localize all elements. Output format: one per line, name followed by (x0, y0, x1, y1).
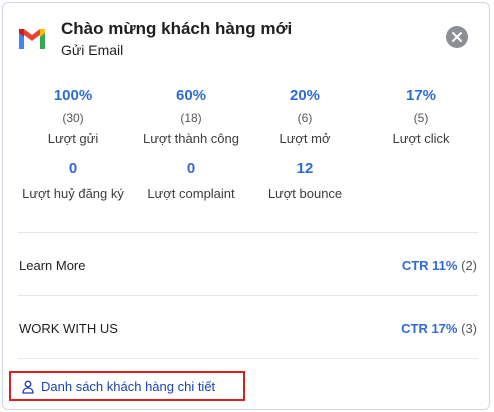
link-row-work-with-us[interactable]: WORK WITH US CTR 17% (3) (19, 319, 477, 341)
card-header: Chào mừng khách hàng mới Gửi Email (17, 17, 477, 67)
stat-value: 0 (68, 160, 78, 177)
stat-count: (6) (297, 111, 313, 125)
stat-unsubscribed: 0 Lượt huỷ đăng ký (13, 160, 133, 202)
divider (18, 358, 478, 359)
stat-value: 20% (289, 87, 321, 104)
stat-value: 100% (53, 87, 93, 104)
ctr-count: (2) (461, 258, 477, 273)
customer-detail-link[interactable]: Danh sách khách hàng chi tiết (9, 371, 245, 401)
link-name: WORK WITH US (19, 321, 118, 336)
stat-value: 17% (405, 87, 437, 104)
stat-label: Lượt thành công (142, 131, 239, 146)
stat-label: Lượt mở (279, 131, 331, 146)
close-button[interactable] (446, 26, 468, 48)
stat-success: 60% (18) Lượt thành công (131, 87, 251, 147)
stat-value: 60% (175, 87, 207, 104)
user-icon (22, 380, 34, 394)
stat-value: 0 (186, 160, 196, 177)
campaign-title: Chào mừng khách hàng mới (61, 19, 293, 38)
stat-complaint: 0 Lượt complaint (131, 160, 251, 202)
close-icon (452, 32, 462, 42)
ctr-count: (3) (461, 321, 477, 336)
stat-label: Lượt complaint (147, 186, 235, 201)
link-ctr: CTR 17% (3) (401, 321, 477, 336)
stat-label: Lượt huỷ đăng ký (22, 186, 124, 201)
divider (18, 232, 478, 233)
customer-detail-label: Danh sách khách hàng chi tiết (41, 379, 216, 394)
gmail-logo-icon (17, 27, 47, 51)
stats-grid: 100% (30) Lượt gửi 60% (18) Lượt thành c… (3, 87, 491, 207)
ctr-value: CTR 17% (401, 321, 458, 336)
stat-label: Lượt click (392, 131, 450, 146)
stat-label: Lượt gửi (47, 131, 99, 146)
stat-sent: 100% (30) Lượt gửi (13, 87, 133, 147)
campaign-card: Chào mừng khách hàng mới Gửi Email 100% … (2, 2, 490, 410)
stat-label: Lượt bounce (267, 186, 343, 201)
stat-count: (30) (62, 111, 84, 125)
stat-clicked: 17% (5) Lượt click (361, 87, 481, 147)
link-ctr: CTR 11% (2) (402, 258, 477, 273)
link-name: Learn More (19, 258, 86, 273)
stat-count: (5) (413, 111, 429, 125)
stat-bounce: 12 Lượt bounce (245, 160, 365, 202)
campaign-subtitle: Gửi Email (61, 42, 124, 58)
stat-value: 12 (296, 160, 314, 177)
divider (18, 295, 478, 296)
ctr-value: CTR 11% (401, 258, 458, 273)
link-row-learn-more[interactable]: Learn More CTR 11% (2) (19, 256, 477, 278)
stat-opened: 20% (6) Lượt mở (245, 87, 365, 147)
stat-count: (18) (180, 111, 202, 125)
